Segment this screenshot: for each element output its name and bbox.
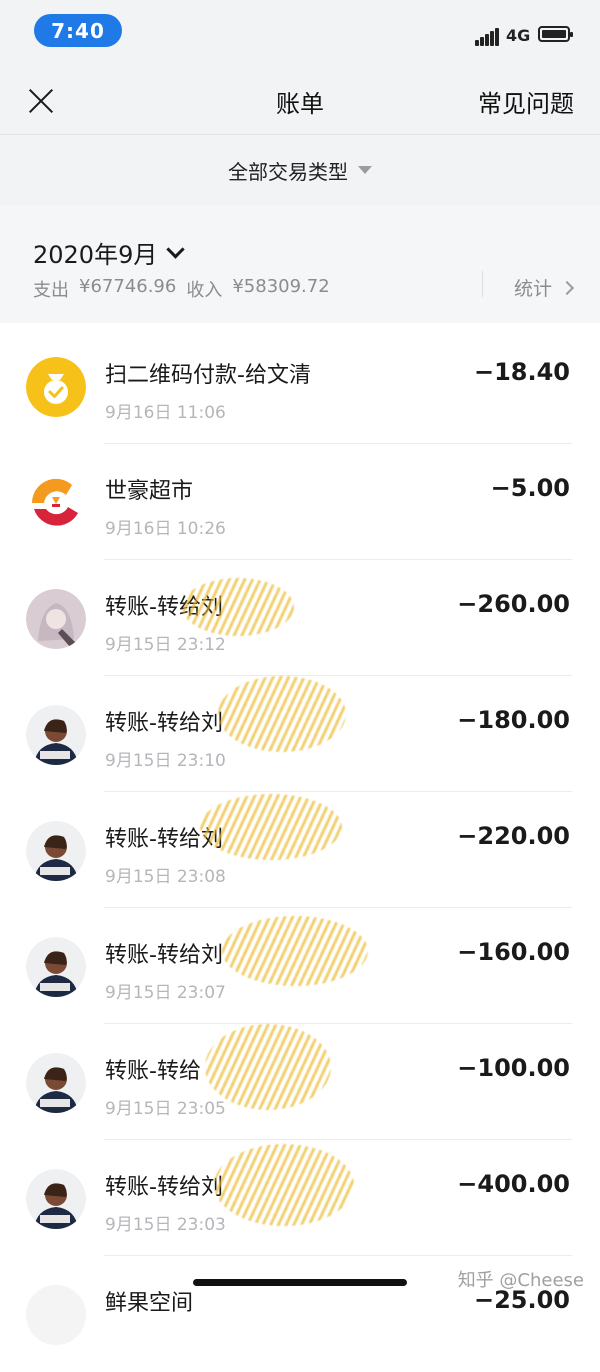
watermark: 知乎 @Cheese (457, 1270, 584, 1291)
transaction-time: 9月15日 23:07 (105, 983, 226, 1003)
month-header: 2020年9月 支出 ¥67746.96 收入 ¥58309.72 统计 (0, 205, 600, 323)
redaction-scribble (222, 916, 368, 986)
transaction-amount: −18.40 (473, 358, 570, 386)
month-selector[interactable]: 2020年9月 (33, 235, 186, 270)
transaction-name: 扫二维码付款-给文清 (105, 363, 311, 388)
transaction-time: 9月15日 23:12 (105, 635, 226, 655)
transaction-name: 转账-转给刘 (105, 595, 223, 620)
user-avatar (26, 821, 86, 881)
faq-link[interactable]: 常见问题 (478, 84, 574, 119)
anime-avatar (26, 589, 86, 649)
stats-button[interactable]: 统计 (514, 274, 575, 301)
filter-label: 全部交易类型 (228, 159, 348, 184)
merchant-logo-icon (26, 473, 86, 533)
transaction-amount: −160.00 (457, 938, 570, 966)
expense-value: ¥67746.96 (79, 276, 177, 297)
transaction-amount: −180.00 (457, 706, 570, 734)
transaction-row[interactable]: 转账-转给刘 9月15日 23:08 −220.00 (0, 792, 600, 908)
transaction-time: 9月15日 23:05 (105, 1099, 226, 1119)
chevron-down-icon (166, 240, 186, 259)
transaction-row[interactable]: 转账-转给刘 9月15日 23:07 −160.00 (0, 908, 600, 1024)
home-indicator[interactable] (193, 1279, 407, 1286)
caret-down-icon (358, 166, 372, 174)
user-avatar (26, 1285, 86, 1345)
user-avatar (26, 1053, 86, 1113)
transaction-amount: −5.00 (490, 474, 570, 502)
transaction-name: 鲜果空间 (105, 1291, 194, 1316)
stats-label: 统计 (514, 278, 553, 300)
transaction-amount: −220.00 (457, 822, 570, 850)
transaction-name: 转账-转给刘 (105, 827, 223, 852)
transaction-row[interactable]: 扫二维码付款-给文清 9月16日 11:06 −18.40 (0, 328, 600, 444)
transaction-time: 9月16日 11:06 (105, 403, 226, 423)
user-avatar (26, 1169, 86, 1229)
transaction-name: 转账-转给刘 (105, 1175, 223, 1200)
transaction-row[interactable]: 转账-转给刘 9月15日 23:12 −260.00 (0, 560, 600, 676)
redaction-scribble (218, 676, 346, 752)
transaction-row[interactable]: 转账-转给刘 9月15日 23:10 −180.00 (0, 676, 600, 792)
income-label: 收入 (186, 280, 223, 301)
expense-label: 支出 (33, 280, 69, 301)
transaction-time: 9月15日 23:10 (105, 751, 226, 771)
transaction-list: 扫二维码付款-给文清 9月16日 11:06 −18.40 世豪超市 9月16日… (0, 328, 600, 1372)
filter-bar: 全部交易类型 (0, 135, 600, 205)
income-value: ¥58309.72 (232, 276, 330, 297)
transaction-name: 转账-转给 (105, 1059, 201, 1084)
money-bag-icon (26, 357, 86, 417)
transaction-row[interactable]: 转账-转给刘 9月15日 23:03 −400.00 (0, 1140, 600, 1256)
transaction-name: 世豪超市 (105, 479, 194, 504)
transaction-name: 转账-转给刘 (105, 943, 223, 968)
nav-bar: 账单 常见问题 (0, 62, 600, 135)
user-avatar (26, 937, 86, 997)
status-time: 7:40 (34, 14, 122, 47)
chevron-right-icon (559, 280, 575, 295)
network-type: 4G (506, 26, 531, 45)
transaction-amount: −400.00 (457, 1170, 570, 1198)
transaction-time: 9月16日 10:26 (105, 519, 226, 539)
transaction-time: 9月15日 23:03 (105, 1215, 226, 1235)
transaction-row[interactable]: 世豪超市 9月16日 10:26 −5.00 (0, 444, 600, 560)
transaction-amount: −100.00 (457, 1054, 570, 1082)
redaction-scribble (214, 1144, 354, 1226)
user-avatar (26, 705, 86, 765)
month-label: 2020年9月 (33, 241, 158, 269)
divider (482, 271, 483, 297)
battery-icon (538, 26, 573, 42)
transaction-type-filter[interactable]: 全部交易类型 (228, 156, 372, 185)
signal-icon (475, 26, 501, 46)
transaction-row[interactable]: 转账-转给 9月15日 23:05 −100.00 (0, 1024, 600, 1140)
transaction-name: 转账-转给刘 (105, 711, 223, 736)
transaction-amount: −260.00 (457, 590, 570, 618)
transaction-time: 9月15日 23:08 (105, 867, 226, 887)
month-summary: 支出 ¥67746.96 收入 ¥58309.72 (33, 276, 330, 302)
status-bar: 7:40 4G (0, 0, 600, 62)
